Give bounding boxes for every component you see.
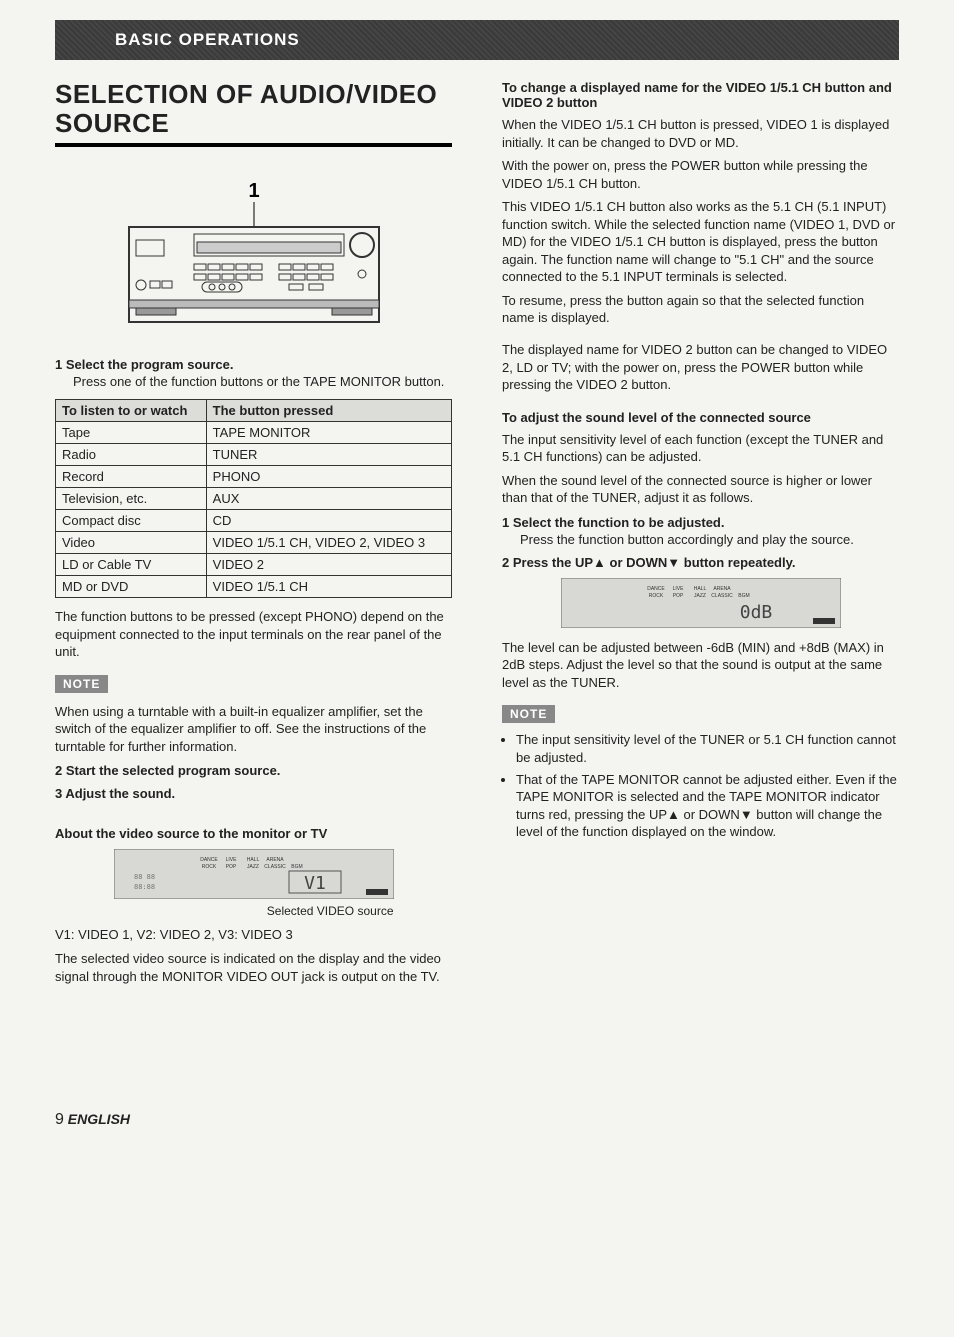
svg-text:POP: POP [225, 864, 236, 870]
svg-text:DANCE: DANCE [200, 857, 218, 863]
table-row: MD or DVDVIDEO 1/5.1 CH [56, 576, 452, 598]
right-p6: The input sensitivity level of each func… [502, 431, 899, 466]
table-row: TapeTAPE MONITOR [56, 422, 452, 444]
svg-text:ROCK: ROCK [648, 593, 663, 599]
right-p2: With the power on, press the POWER butto… [502, 157, 899, 192]
step-1-heading: 1 Select the program source. [55, 357, 452, 372]
diagram-callout-number: 1 [248, 182, 259, 202]
svg-text:ARENA: ARENA [266, 857, 284, 863]
svg-text:DANCE: DANCE [647, 586, 665, 592]
svg-text:LIVE: LIVE [225, 857, 237, 863]
note-item: The input sensitivity level of the TUNER… [516, 731, 899, 766]
note-badge-right: NOTE [502, 705, 555, 723]
step-1-body: Press one of the function buttons or the… [73, 374, 452, 389]
right-step-1-body: Press the function button accordingly an… [520, 532, 899, 547]
source-table: To listen to or watch The button pressed… [55, 399, 452, 598]
step-2-heading: 2 Start the selected program source. [55, 763, 452, 778]
device-diagram: 1 [55, 182, 452, 332]
right-step-1-heading: 1 Select the function to be adjusted. [502, 515, 899, 530]
display-caption: Selected VIDEO source [114, 904, 394, 918]
note-1-text: When using a turntable with a built-in e… [55, 703, 452, 756]
left-column: SELECTION OF AUDIO/VIDEO SOURCE 1 [55, 70, 452, 991]
svg-text:HALL: HALL [693, 586, 706, 592]
adjust-level-heading: To adjust the sound level of the connect… [502, 410, 899, 425]
svg-text:JAZZ: JAZZ [694, 593, 706, 599]
about-video-heading: About the video source to the monitor or… [55, 826, 452, 841]
table-row: RecordPHONO [56, 466, 452, 488]
svg-text:V1: V1 [304, 873, 326, 894]
right-p5: The displayed name for VIDEO 2 button ca… [502, 341, 899, 394]
svg-text:0dB: 0dB [739, 602, 772, 623]
right-p3: This VIDEO 1/5.1 CH button also works as… [502, 198, 899, 286]
right-p1: When the VIDEO 1/5.1 CH button is presse… [502, 116, 899, 151]
note-item: That of the TAPE MONITOR cannot be adjus… [516, 771, 899, 841]
svg-text:ARENA: ARENA [713, 586, 731, 592]
video-paragraph: The selected video source is indicated o… [55, 950, 452, 985]
page-number: 9 [55, 1111, 64, 1128]
page-language: ENGLISH [68, 1111, 130, 1127]
svg-text:POP: POP [672, 593, 683, 599]
svg-text:JAZZ: JAZZ [247, 864, 259, 870]
right-p4: To resume, press the button again so tha… [502, 292, 899, 327]
display-panel-video: DANCE LIVE HALL ARENA ROCK POP JAZZ CLASSIC BGM… [114, 849, 394, 918]
video-legend: V1: VIDEO 1, V2: VIDEO 2, V3: VIDEO 3 [55, 926, 452, 944]
svg-text:88 88: 88 88 [134, 873, 155, 881]
note-list-right: The input sensitivity level of the TUNER… [502, 731, 899, 840]
svg-text:BGM: BGM [738, 593, 749, 599]
section-banner: BASIC OPERATIONS [55, 20, 899, 60]
right-step-2-heading: 2 Press the UP▲ or DOWN▼ button repeated… [502, 555, 899, 570]
right-column: To change a displayed name for the VIDEO… [502, 70, 899, 991]
table-row: RadioTUNER [56, 444, 452, 466]
display-panel-level: DANCE LIVE HALL ARENA ROCK POP JAZZ CLASSIC BGM… [561, 578, 841, 631]
svg-text:HALL: HALL [246, 857, 259, 863]
svg-text:CLASSIC: CLASSIC [711, 593, 733, 599]
page-title: SELECTION OF AUDIO/VIDEO SOURCE [55, 80, 452, 147]
table-header-listen: To listen to or watch [56, 400, 207, 422]
svg-text:BGM: BGM [291, 864, 302, 870]
table-row: VideoVIDEO 1/5.1 CH, VIDEO 2, VIDEO 3 [56, 532, 452, 554]
right-p7: When the sound level of the connected so… [502, 472, 899, 507]
svg-text:ROCK: ROCK [201, 864, 216, 870]
right-p8: The level can be adjusted between -6dB (… [502, 639, 899, 692]
svg-text:LIVE: LIVE [672, 586, 684, 592]
table-row: Television, etc.AUX [56, 488, 452, 510]
step-3-heading: 3 Adjust the sound. [55, 786, 452, 801]
svg-text:88:88: 88:88 [134, 883, 155, 891]
svg-text:CLASSIC: CLASSIC [264, 864, 286, 870]
change-name-heading: To change a displayed name for the VIDEO… [502, 80, 899, 110]
table-row: Compact discCD [56, 510, 452, 532]
table-header-button: The button pressed [206, 400, 451, 422]
note-badge: NOTE [55, 675, 108, 693]
table-row: LD or Cable TVVIDEO 2 [56, 554, 452, 576]
page-footer: 9 ENGLISH [55, 1111, 899, 1129]
after-table-note: The function buttons to be pressed (exce… [55, 608, 452, 661]
